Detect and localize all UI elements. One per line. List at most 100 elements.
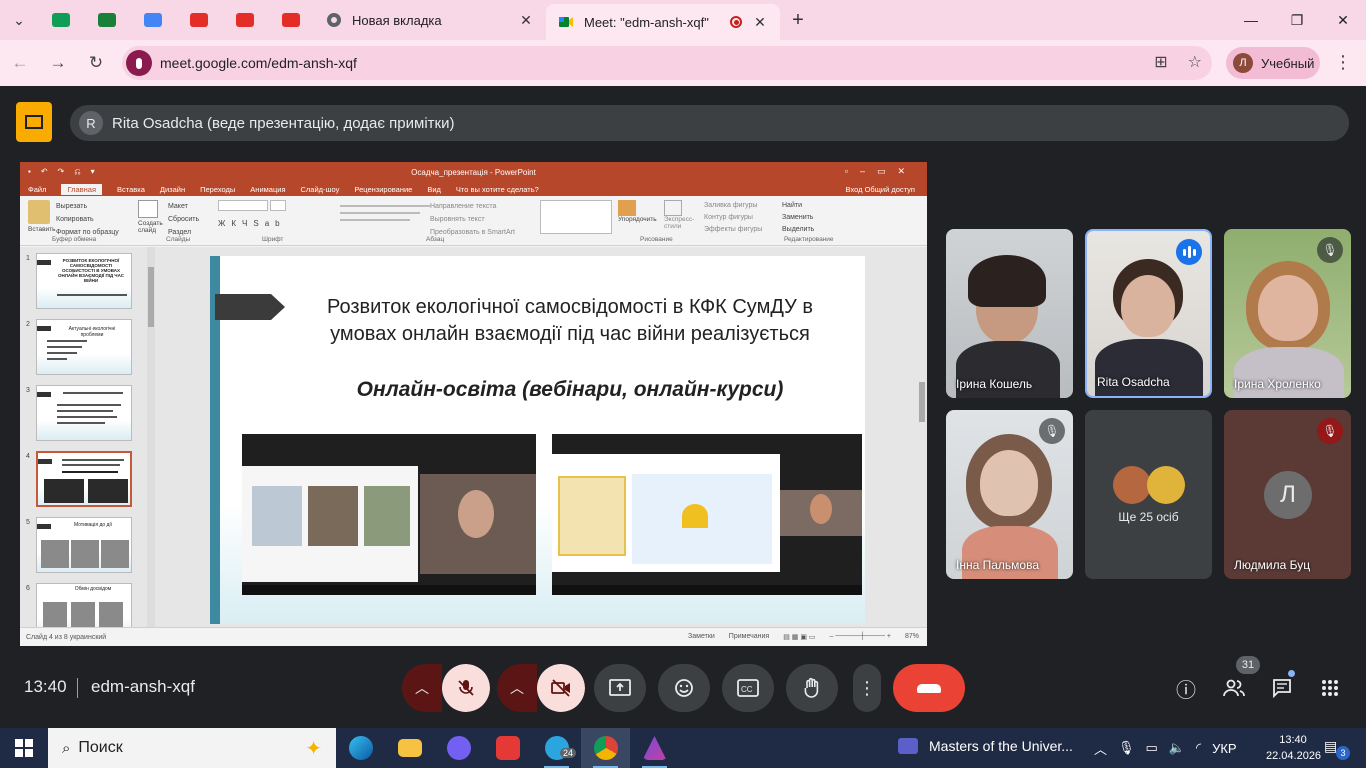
network-icon[interactable]: ◜ [1196, 740, 1201, 756]
restore-icon[interactable]: ❐ [1274, 0, 1320, 40]
thumb-title: Актуальні екологічні проблеми [68, 326, 116, 338]
pinned-tab-sheets[interactable] [38, 0, 84, 40]
battery-icon[interactable]: ▭ [1146, 740, 1158, 756]
chat-icon[interactable] [1268, 674, 1296, 702]
camera-off-icon[interactable] [537, 664, 585, 712]
participant-tile[interactable]: Л 🎙 Людмила Буц [1224, 410, 1351, 579]
people-icon[interactable] [1220, 674, 1248, 702]
group-label-slides: Слайды [166, 236, 191, 243]
sheets-icon [98, 13, 116, 27]
paragraph-row [340, 205, 430, 207]
reset-label: Сбросить [168, 216, 200, 223]
minimize-icon[interactable]: — [1228, 0, 1274, 40]
present-screen-button[interactable] [594, 664, 646, 712]
volume-icon[interactable]: 🔈 [1169, 740, 1185, 756]
captions-button[interactable]: CC [722, 664, 774, 712]
wps-app[interactable] [483, 728, 532, 768]
participant-tile[interactable]: Ірина Кошель [946, 229, 1073, 398]
participant-tile[interactable]: 🎙 Інна Пальмова [946, 410, 1073, 579]
telegram-app[interactable]: 24 [532, 728, 581, 768]
presenting-warning-icon[interactable] [16, 102, 52, 142]
close-window-icon[interactable]: ✕ [1320, 0, 1366, 40]
bookmark-star-icon[interactable]: ☆ [1188, 52, 1202, 72]
slide-scrollbar [917, 247, 927, 627]
camera-control: ︿ [497, 664, 585, 712]
media-play-icon [898, 738, 918, 754]
participant-tile-others[interactable]: Ще 25 осіб [1085, 410, 1212, 579]
taskbar-clock[interactable]: 13:40 22.04.2026 [1266, 732, 1321, 764]
participant-name: Rita Osadcha [1097, 375, 1170, 389]
muted-mic-icon: 🎙 [1317, 237, 1343, 263]
reactions-button[interactable] [658, 664, 710, 712]
reload-icon[interactable]: ↻ [78, 45, 114, 81]
more-vert-icon[interactable]: ⋮ [1334, 52, 1352, 73]
ppt-window-controls: ▫–▭✕ [844, 166, 917, 176]
slide-arrow-shape [215, 294, 285, 320]
translate-icon[interactable]: ⊞ [1154, 52, 1167, 72]
presenter-avatar: R [79, 111, 103, 135]
ribbon-editing: Найти Заменить Выделить [782, 200, 814, 236]
notes-label: Заметки [688, 633, 715, 640]
group-label-drawing: Рисование [640, 236, 673, 243]
edge-app[interactable] [336, 728, 385, 768]
mic-off-icon[interactable] [442, 664, 490, 712]
participant-tile[interactable]: Rita Osadcha [1085, 229, 1212, 398]
tab-search-button[interactable]: ⌄ [0, 0, 38, 40]
avatar [1147, 466, 1185, 504]
address-bar[interactable]: meet.google.com/edm-ansh-xqf ⊞ ☆ [122, 46, 1212, 80]
activities-grid-icon[interactable] [1316, 674, 1344, 702]
ppt-workspace: 1 РОЗВИТОК ЕКОЛОГІЧНОЇ САМОСВІДОМОСТІ ОС… [20, 247, 927, 639]
start-button[interactable] [0, 728, 48, 768]
arc-app[interactable] [630, 728, 679, 768]
back-icon[interactable]: ← [2, 45, 38, 81]
slide-thumbnail-3 [36, 385, 132, 441]
pinned-tab-sheets-2[interactable] [84, 0, 130, 40]
pinned-tab-classroom[interactable] [130, 0, 176, 40]
meeting-details-icon[interactable]: ⓘ [1172, 674, 1200, 702]
forward-icon[interactable]: → [40, 45, 76, 81]
explorer-app[interactable] [385, 728, 434, 768]
new-tab-button[interactable]: + [780, 9, 816, 32]
close-tab-icon[interactable]: ✕ [752, 14, 768, 31]
shape-fill-label: Заливка фигуры [704, 202, 758, 209]
profile-button[interactable]: Л Учебный [1226, 47, 1320, 79]
audio-settings-chevron-icon[interactable]: ︿ [402, 664, 442, 712]
microphone-icon[interactable]: 🎙 [1118, 740, 1135, 756]
presenter-banner: R Rita Osadcha (веде презентацію, додає … [70, 105, 1349, 141]
google-meet-icon [559, 17, 573, 27]
media-widget[interactable]: Masters of the Univer... [898, 738, 1073, 754]
participant-name: Інна Пальмова [956, 558, 1039, 572]
search-highlight-icon: ✦ [305, 738, 322, 760]
leave-call-button[interactable] [893, 664, 965, 712]
close-tab-icon[interactable]: ✕ [518, 12, 534, 29]
thumb-number: 3 [26, 387, 30, 394]
ppt-menu-slideshow: Слайд-шоу [300, 184, 340, 194]
notifications-icon[interactable]: ▤ 3 [1324, 738, 1350, 760]
avatar [1113, 466, 1151, 504]
microphone-in-use-icon[interactable] [126, 50, 152, 76]
thumb-number: 2 [26, 321, 30, 328]
video-settings-chevron-icon[interactable]: ︿ [497, 664, 537, 712]
chrome-app[interactable] [581, 728, 630, 768]
viber-app[interactable] [434, 728, 483, 768]
thumb-number: 5 [26, 519, 30, 526]
find-label: Найти [782, 202, 802, 209]
pinned-tab-youtube-1[interactable] [176, 0, 222, 40]
taskbar-search[interactable]: ⌕ Поиск ✦ [48, 728, 336, 768]
show-hidden-icons-chevron-icon[interactable]: ︿ [1094, 739, 1107, 758]
group-label-editing: Редактирование [784, 236, 834, 243]
pinned-tab-youtube-2[interactable] [222, 0, 268, 40]
chat-unread-dot [1288, 670, 1295, 677]
raise-hand-button[interactable] [786, 664, 838, 712]
shape-outline-label: Контур фигуры [704, 214, 753, 221]
tab-new-tab[interactable]: Новая вкладка ✕ [314, 0, 546, 40]
pinned-tab-youtube-3[interactable] [268, 0, 314, 40]
tab-meet[interactable]: Meet: "edm-ansh-xqf" ✕ [546, 4, 780, 40]
more-options-icon[interactable]: ⋮ [853, 664, 881, 712]
ppt-menu-bar: Файл Главная Вставка Дизайн Переходы Ани… [20, 182, 927, 196]
input-language[interactable]: УКР [1212, 741, 1237, 756]
participant-tile[interactable]: 🎙 Ірина Хроленко [1224, 229, 1351, 398]
thumb-number: 1 [26, 255, 30, 262]
notification-badge: 3 [1336, 746, 1350, 760]
copy-label: Копировать [56, 216, 94, 223]
